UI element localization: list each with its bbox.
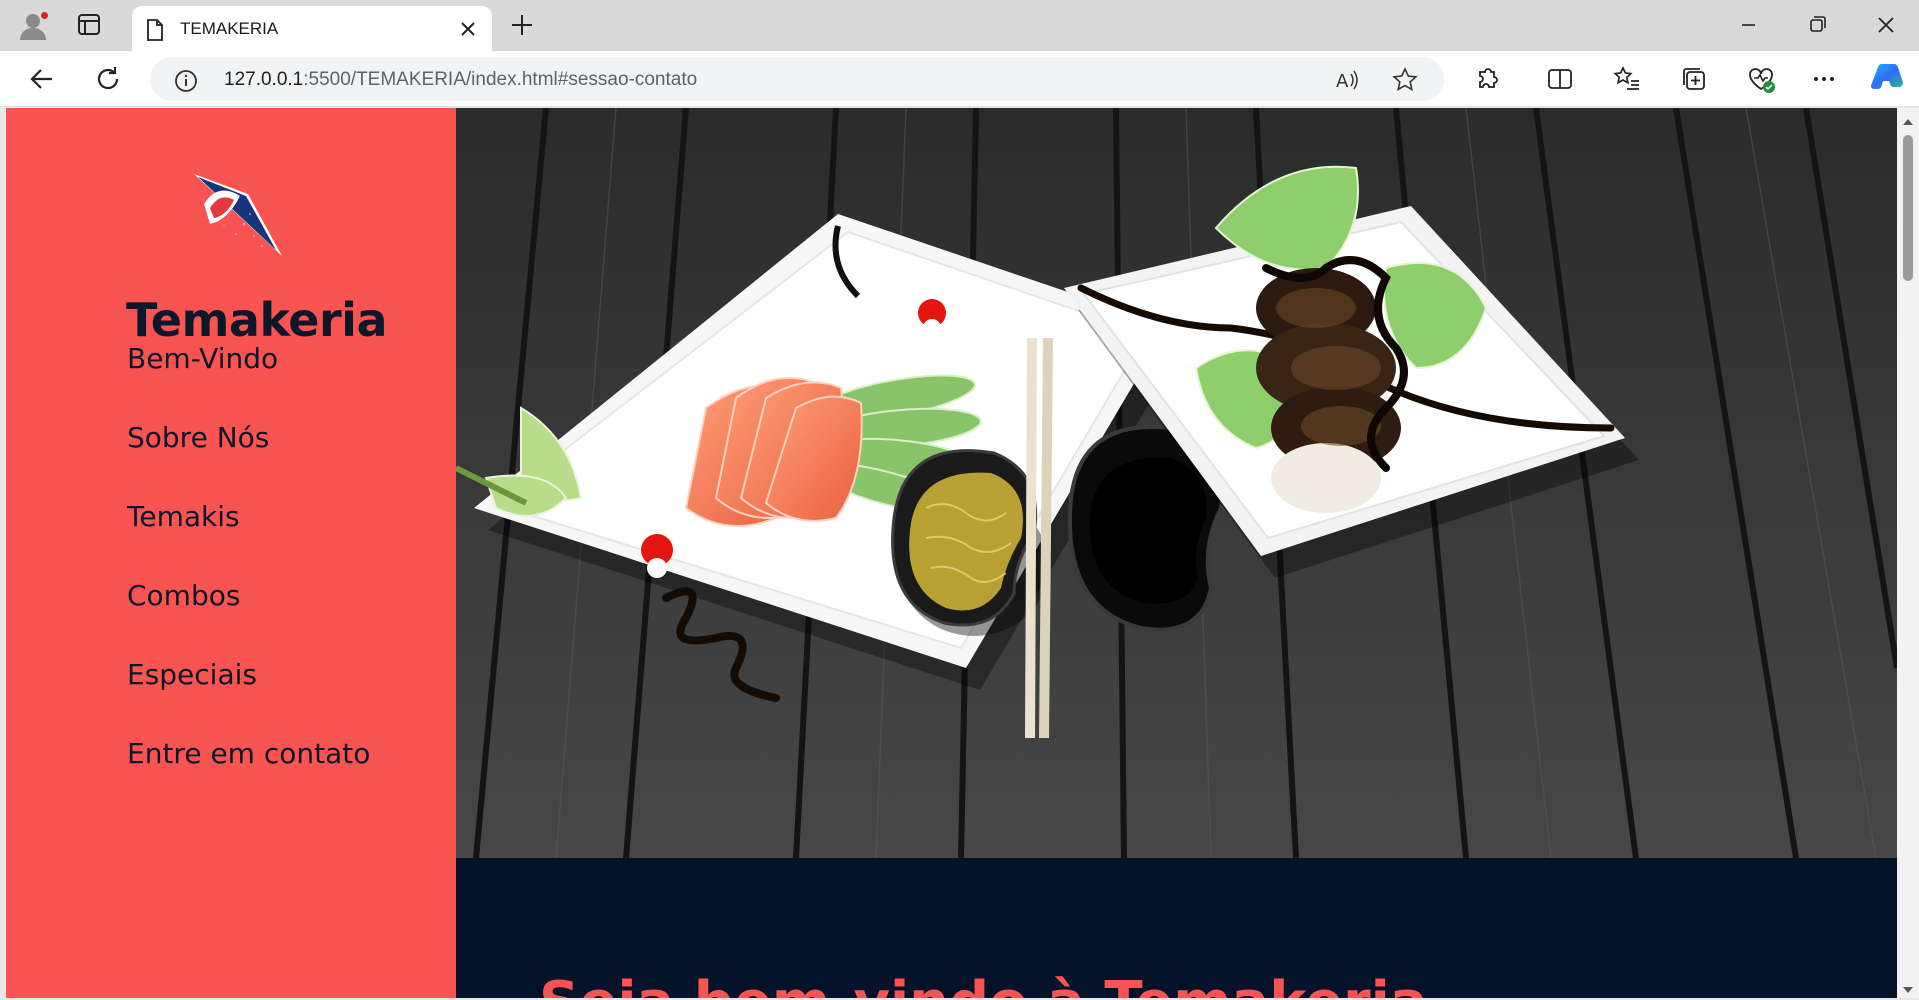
- site-info-icon[interactable]: [174, 69, 198, 98]
- notification-dot: [40, 11, 49, 20]
- page-viewport: Temakeria Bem-Vindo Sobre Nós Temakis Co…: [6, 108, 1897, 998]
- profile-avatar-icon[interactable]: [14, 9, 52, 41]
- menu-item-bem-vindo[interactable]: Bem-Vindo: [127, 342, 278, 375]
- reload-icon[interactable]: [92, 63, 124, 95]
- tab-actions-icon[interactable]: [74, 12, 104, 38]
- scrollbar-thumb[interactable]: [1903, 135, 1913, 281]
- page-scrollbar[interactable]: [1897, 108, 1919, 998]
- more-options-icon[interactable]: [1808, 63, 1840, 95]
- page-document-icon: [144, 18, 166, 47]
- minimize-icon[interactable]: [1728, 10, 1768, 40]
- restore-icon[interactable]: [1797, 10, 1837, 40]
- menu-item-temakis[interactable]: Temakis: [127, 500, 240, 533]
- collections-icon[interactable]: [1678, 63, 1710, 95]
- sidebar: Temakeria Bem-Vindo Sobre Nós Temakis Co…: [6, 108, 456, 998]
- hero-sushi-image: [456, 108, 1897, 858]
- menu-item-combos[interactable]: Combos: [127, 579, 240, 612]
- url-host: 127.0.0.1: [224, 69, 304, 90]
- tab-title: TEMAKERIA: [180, 19, 279, 38]
- extensions-icon[interactable]: [1471, 63, 1503, 95]
- tab-strip: TEMAKERIA: [0, 0, 1919, 51]
- svg-text:A: A: [1336, 71, 1349, 92]
- favorites-icon[interactable]: [1611, 63, 1643, 95]
- temakeria-logo-icon[interactable]: [184, 164, 284, 264]
- address-bar[interactable]: 127.0.0.1:5500/TEMAKERIA/index.html#sess…: [150, 57, 1444, 101]
- address-toolbar: 127.0.0.1:5500/TEMAKERIA/index.html#sess…: [0, 51, 1919, 107]
- menu-item-especiais[interactable]: Especiais: [127, 658, 257, 691]
- favorite-star-icon[interactable]: [1392, 67, 1418, 93]
- welcome-heading: Seja bem-vindo à Temakeria: [539, 970, 1428, 998]
- welcome-section: Seja bem-vindo à Temakeria: [456, 858, 1897, 998]
- scroll-up-arrow-icon[interactable]: [1902, 114, 1914, 132]
- active-tab[interactable]: TEMAKERIA: [132, 6, 492, 51]
- url-path: :5500/TEMAKERIA/index.html#sessao-contat…: [303, 69, 698, 90]
- new-tab-icon[interactable]: [508, 11, 536, 39]
- menu-item-contato[interactable]: Entre em contato: [127, 737, 370, 770]
- close-window-icon[interactable]: [1866, 10, 1906, 40]
- read-aloud-icon[interactable]: A: [1334, 67, 1360, 93]
- brand-title: Temakeria: [126, 293, 388, 347]
- browser-essentials-icon[interactable]: [1745, 63, 1777, 95]
- copilot-icon[interactable]: [1870, 60, 1906, 96]
- url-text: 127.0.0.1:5500/TEMAKERIA/index.html#sess…: [224, 69, 697, 91]
- close-tab-icon[interactable]: [456, 17, 480, 41]
- menu-item-sobre-nos[interactable]: Sobre Nós: [127, 421, 269, 454]
- back-arrow-icon[interactable]: [26, 63, 58, 95]
- scroll-down-arrow-icon[interactable]: [1902, 982, 1914, 1000]
- split-screen-icon[interactable]: [1544, 63, 1576, 95]
